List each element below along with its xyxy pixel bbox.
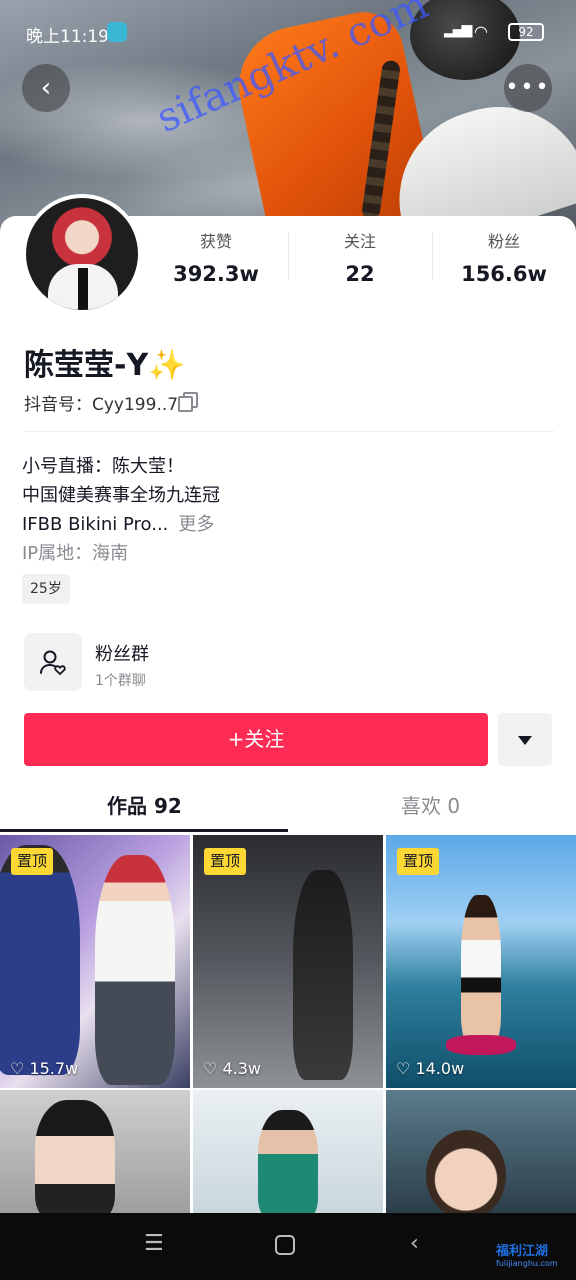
video-thumbnail[interactable]: [0, 1090, 190, 1215]
corner-logo: 福利江湖 fulijianghu.com: [496, 1240, 558, 1268]
video-thumbnail[interactable]: [193, 1090, 383, 1215]
battery-icon: 92: [508, 23, 544, 41]
stat-value: 156.6w: [461, 262, 547, 286]
bio-line: 小号直播：陈大莹！: [22, 456, 184, 477]
copy-icon[interactable]: [178, 392, 198, 412]
back-button[interactable]: ‹: [22, 64, 70, 112]
app-notification-icon: [107, 22, 127, 42]
wifi-icon: ◠: [474, 22, 488, 41]
pinned-badge: 置顶: [204, 848, 247, 875]
follow-button[interactable]: +关注: [24, 713, 488, 766]
stat-value: 22: [345, 262, 375, 286]
pinned-badge: 置顶: [397, 848, 440, 875]
more-options-button[interactable]: •••: [504, 64, 552, 112]
heart-icon: ♡: [203, 1059, 218, 1078]
heart-icon: ♡: [396, 1059, 411, 1078]
video-likes: ♡ 15.7w: [10, 1059, 79, 1078]
fan-group-icon[interactable]: [24, 633, 82, 691]
signal-icon: ▂▄▆: [444, 22, 472, 38]
fan-group-subtitle: 1个群聊: [95, 673, 146, 689]
profile-stats: 获赞 392.3w 关注 22 粉丝 156.6w: [144, 228, 576, 286]
status-time: 晚上11:19: [26, 27, 109, 47]
bio-line: 中国健美赛事全场九连冠: [22, 485, 220, 506]
stat-label: 粉丝: [487, 232, 520, 251]
video-thumbnail[interactable]: 置顶 ♡ 4.3w: [193, 835, 383, 1088]
stat-following[interactable]: 关注 22: [288, 228, 432, 286]
tab-works[interactable]: 作品 92: [107, 790, 182, 819]
video-grid: 置顶 ♡ 15.7w 置顶 ♡ 4.3w 置顶 ♡ 14.0w: [0, 835, 576, 1215]
ip-location: IP属地：海南: [22, 543, 129, 564]
avatar[interactable]: [22, 194, 142, 314]
recommend-dropdown-button[interactable]: [498, 713, 552, 766]
active-tab-indicator: [0, 829, 288, 832]
home-button[interactable]: [275, 1235, 295, 1255]
bio-more-link[interactable]: 更多: [178, 514, 214, 535]
bio-line: IFBB Bikini Pro...: [22, 514, 169, 535]
profile-bio[interactable]: 小号直播：陈大莹！ 中国健美赛事全场九连冠 IFBB Bikini Pro...…: [22, 452, 220, 568]
stat-value: 392.3w: [173, 262, 259, 286]
pinned-badge: 置顶: [11, 848, 54, 875]
corner-logo-sub: fulijianghu.com: [496, 1259, 558, 1268]
video-thumbnail[interactable]: 置顶 ♡ 15.7w: [0, 835, 190, 1088]
fan-group-title[interactable]: 粉丝群: [95, 640, 149, 666]
video-thumbnail[interactable]: 置顶 ♡ 14.0w: [386, 835, 576, 1088]
age-tag: 25岁: [22, 574, 70, 604]
heart-icon: ♡: [10, 1059, 25, 1078]
group-user-icon: [40, 650, 66, 676]
profile-name: 陈莹莹-Y✨: [24, 348, 186, 383]
stat-followers[interactable]: 粉丝 156.6w: [432, 228, 576, 286]
more-dots-icon: •••: [505, 75, 551, 100]
chevron-left-icon: ‹: [40, 73, 52, 103]
video-thumbnail[interactable]: [386, 1090, 576, 1215]
stat-label: 获赞: [199, 232, 232, 251]
system-navigation-bar: ☰ ‹: [0, 1213, 576, 1280]
corner-logo-text: 福利江湖: [496, 1244, 549, 1259]
video-likes: ♡ 4.3w: [203, 1059, 261, 1078]
system-back-button[interactable]: ‹: [410, 1231, 419, 1256]
divider: [24, 431, 554, 432]
recent-apps-button[interactable]: ☰: [144, 1231, 164, 1256]
douyin-id: 抖音号：Cyy199..7: [24, 395, 179, 415]
tab-likes[interactable]: 喜欢 0: [401, 790, 460, 819]
stat-label: 关注: [343, 232, 376, 251]
stat-likes[interactable]: 获赞 392.3w: [144, 228, 288, 286]
video-likes: ♡ 14.0w: [396, 1059, 465, 1078]
